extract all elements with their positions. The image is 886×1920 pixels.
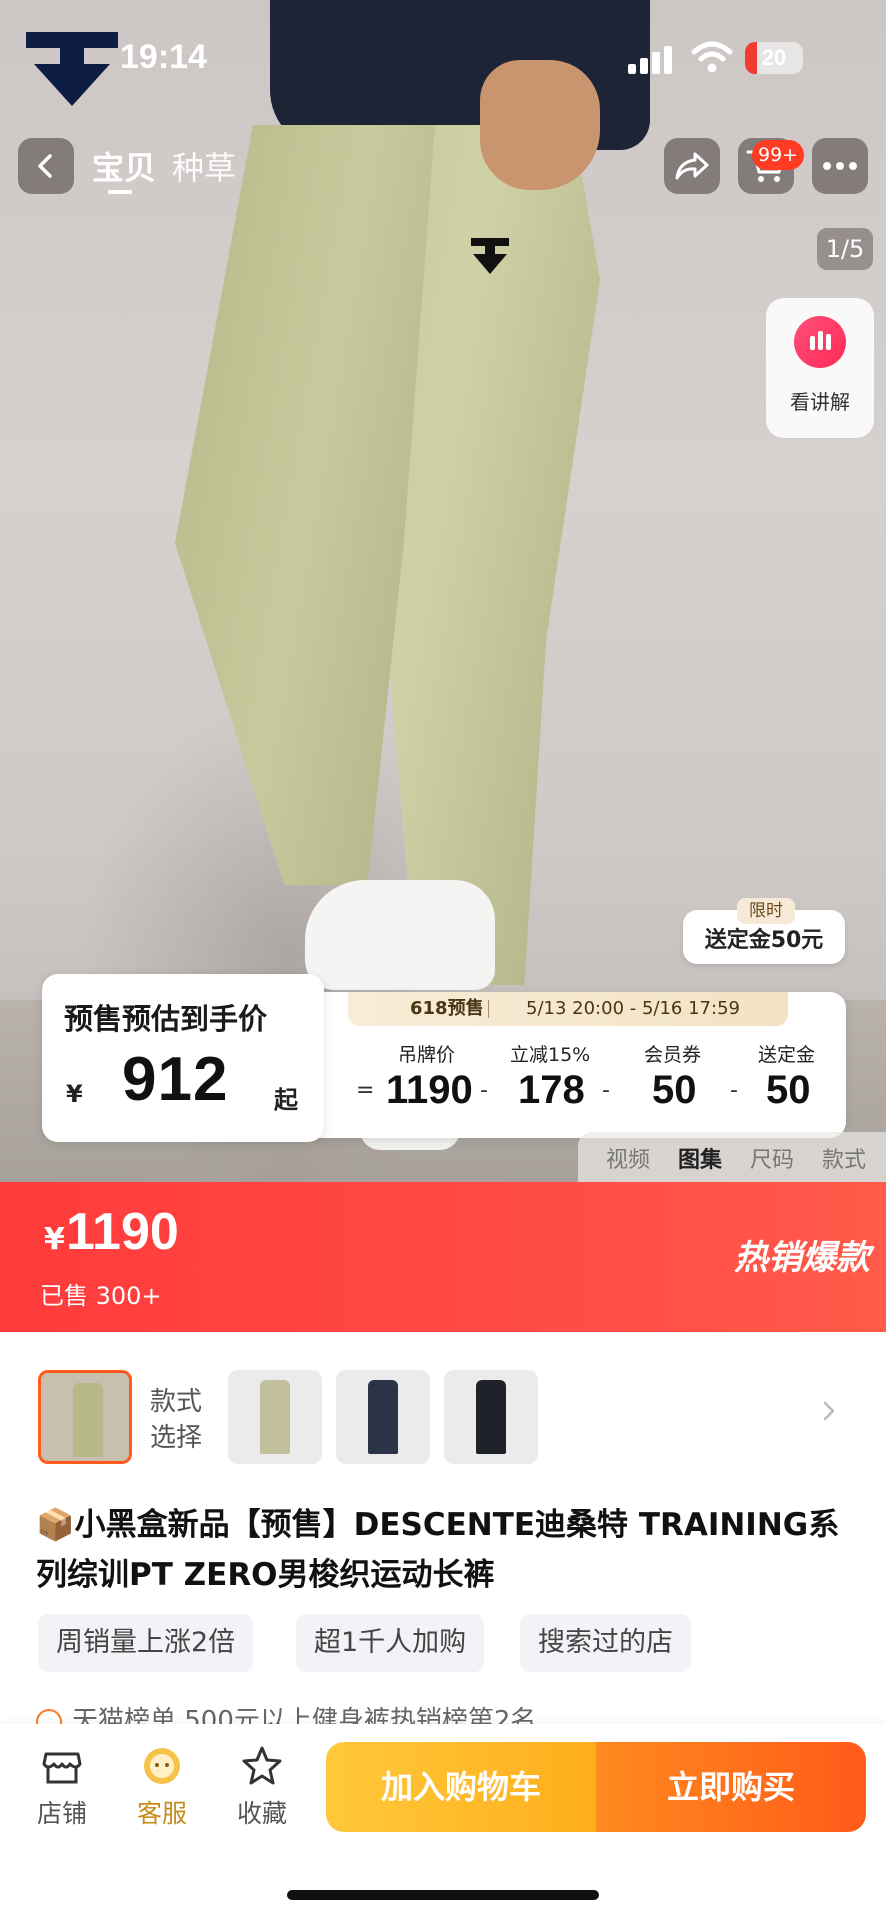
tab-grass[interactable]: 种草 — [172, 143, 236, 189]
share-icon — [675, 152, 709, 180]
media-tab-gallery[interactable]: 图集 — [678, 1142, 722, 1174]
product-gallery[interactable]: 19:14 20 宝贝 种草 99+ 1/5 看讲解 限时 送定金50元 618… — [0, 0, 886, 1182]
tag-item[interactable]: 超1千人加购 — [296, 1614, 485, 1672]
col-label-tag-price: 吊牌价 — [398, 1044, 456, 1066]
signal-icon — [628, 46, 672, 74]
col-value-discount: 178 — [518, 1068, 585, 1112]
col-value-tag-price: 1190 — [386, 1068, 473, 1112]
price-currency: ¥ — [44, 1222, 65, 1257]
deposit-text: 送定金50元 — [704, 928, 824, 953]
media-tab-video[interactable]: 视频 — [606, 1142, 650, 1174]
wifi-icon — [691, 41, 733, 73]
tag-item[interactable]: 周销量上涨2倍 — [38, 1614, 254, 1672]
image-counter: 1/5 — [817, 228, 873, 270]
more-icon — [823, 162, 857, 170]
home-indicator — [287, 1890, 599, 1900]
deposit-promo-tag: 限时 送定金50元 — [683, 898, 845, 964]
explain-label: 看讲解 — [790, 390, 850, 414]
more-button[interactable] — [812, 138, 868, 194]
battery-indicator: 20 — [745, 42, 803, 74]
shop-button[interactable]: 店铺 — [22, 1744, 102, 1830]
presale-price: 912 — [122, 1045, 229, 1114]
add-to-cart-button[interactable]: 加入购物车 — [326, 1742, 596, 1832]
chevron-right-icon[interactable] — [818, 1400, 840, 1422]
share-button[interactable] — [664, 138, 720, 194]
col-op: - — [480, 1078, 488, 1103]
status-time: 19:14 — [120, 38, 207, 76]
style-label-line1: 款式 — [150, 1387, 203, 1417]
favorite-label: 收藏 — [236, 1799, 287, 1828]
presale-event: 618预售 — [410, 998, 484, 1019]
style-label: 款式 选择 — [150, 1384, 202, 1456]
pants-logo-icon — [471, 238, 509, 274]
presale-estimate: 预售预估到手价 ¥ 912 起 — [42, 974, 324, 1142]
col-op: - — [602, 1078, 610, 1103]
col-label-deposit: 送定金 — [758, 1044, 816, 1066]
product-title: 📦小黑盒新品【预售】DESCENTE迪桑特 TRAINING系列综训PT ZER… — [36, 1507, 840, 1593]
buy-now-button[interactable]: 立即购买 — [596, 1742, 866, 1832]
presale-divider — [488, 1000, 489, 1018]
thumb-pants — [260, 1380, 290, 1454]
thumb-pants — [73, 1383, 103, 1457]
explain-icon — [794, 316, 846, 368]
deposit-badge: 限时 — [737, 898, 795, 924]
presale-breakdown: 618预售 5/13 20:00 - 5/16 17:59 = 吊牌价 1190… — [318, 992, 846, 1138]
style-thumb[interactable] — [228, 1370, 322, 1464]
favorite-button[interactable]: 收藏 — [222, 1744, 302, 1830]
hot-label: 热销爆款 — [734, 1238, 870, 1278]
tag-item[interactable]: 搜索过的店 — [520, 1614, 691, 1672]
style-thumb[interactable] — [336, 1370, 430, 1464]
style-selector[interactable]: 款式 选择 — [0, 1348, 886, 1468]
brand-logo-icon — [26, 32, 118, 106]
price-value: 1190 — [66, 1203, 179, 1261]
service-button[interactable]: 客服 — [122, 1744, 202, 1830]
back-button[interactable] — [18, 138, 74, 194]
col-label-discount: 立减15% — [510, 1044, 591, 1066]
model-shoe — [305, 880, 495, 990]
battery-text: 20 — [761, 45, 787, 70]
price-banner: ¥ 1190 已售 300+ 热销爆款 — [0, 1182, 886, 1332]
tab-item[interactable]: 宝贝 — [92, 143, 156, 189]
media-tabs: 视频 图集 尺码 款式 — [578, 1132, 886, 1182]
presale-currency: ¥ — [66, 1080, 83, 1108]
thumb-pants — [476, 1380, 506, 1454]
service-label: 客服 — [136, 1799, 187, 1828]
style-thumb[interactable] — [38, 1370, 132, 1464]
media-tab-style[interactable]: 款式 — [822, 1142, 866, 1174]
col-value-coupon: 50 — [652, 1068, 697, 1112]
media-tab-size[interactable]: 尺码 — [750, 1142, 794, 1174]
cart-count-badge: 99+ — [752, 140, 805, 170]
shop-label: 店铺 — [36, 1799, 87, 1828]
presale-range: 5/13 20:00 - 5/16 17:59 — [526, 998, 740, 1019]
style-label-line2: 选择 — [150, 1423, 203, 1453]
shop-icon — [42, 1752, 82, 1784]
tab-active-indicator — [108, 190, 132, 194]
model-hand — [480, 60, 600, 190]
sold-count: 已售 300+ — [40, 1282, 162, 1310]
back-icon — [38, 154, 52, 178]
style-thumb[interactable] — [444, 1370, 538, 1464]
service-icon — [144, 1748, 180, 1784]
presale-suffix: 起 — [274, 1086, 298, 1114]
cta-group: 加入购物车 立即购买 — [326, 1742, 866, 1832]
equals-sign: = — [356, 1078, 375, 1103]
star-icon — [242, 1746, 282, 1785]
col-value-deposit: 50 — [766, 1068, 811, 1112]
presale-title: 预售预估到手价 — [64, 1002, 268, 1036]
explain-button[interactable]: 看讲解 — [766, 298, 874, 438]
thumb-pants — [368, 1380, 398, 1454]
presale-event-bar: 618预售 5/13 20:00 - 5/16 17:59 — [348, 992, 788, 1026]
col-op: - — [730, 1078, 738, 1103]
col-label-coupon: 会员券 — [644, 1044, 702, 1066]
